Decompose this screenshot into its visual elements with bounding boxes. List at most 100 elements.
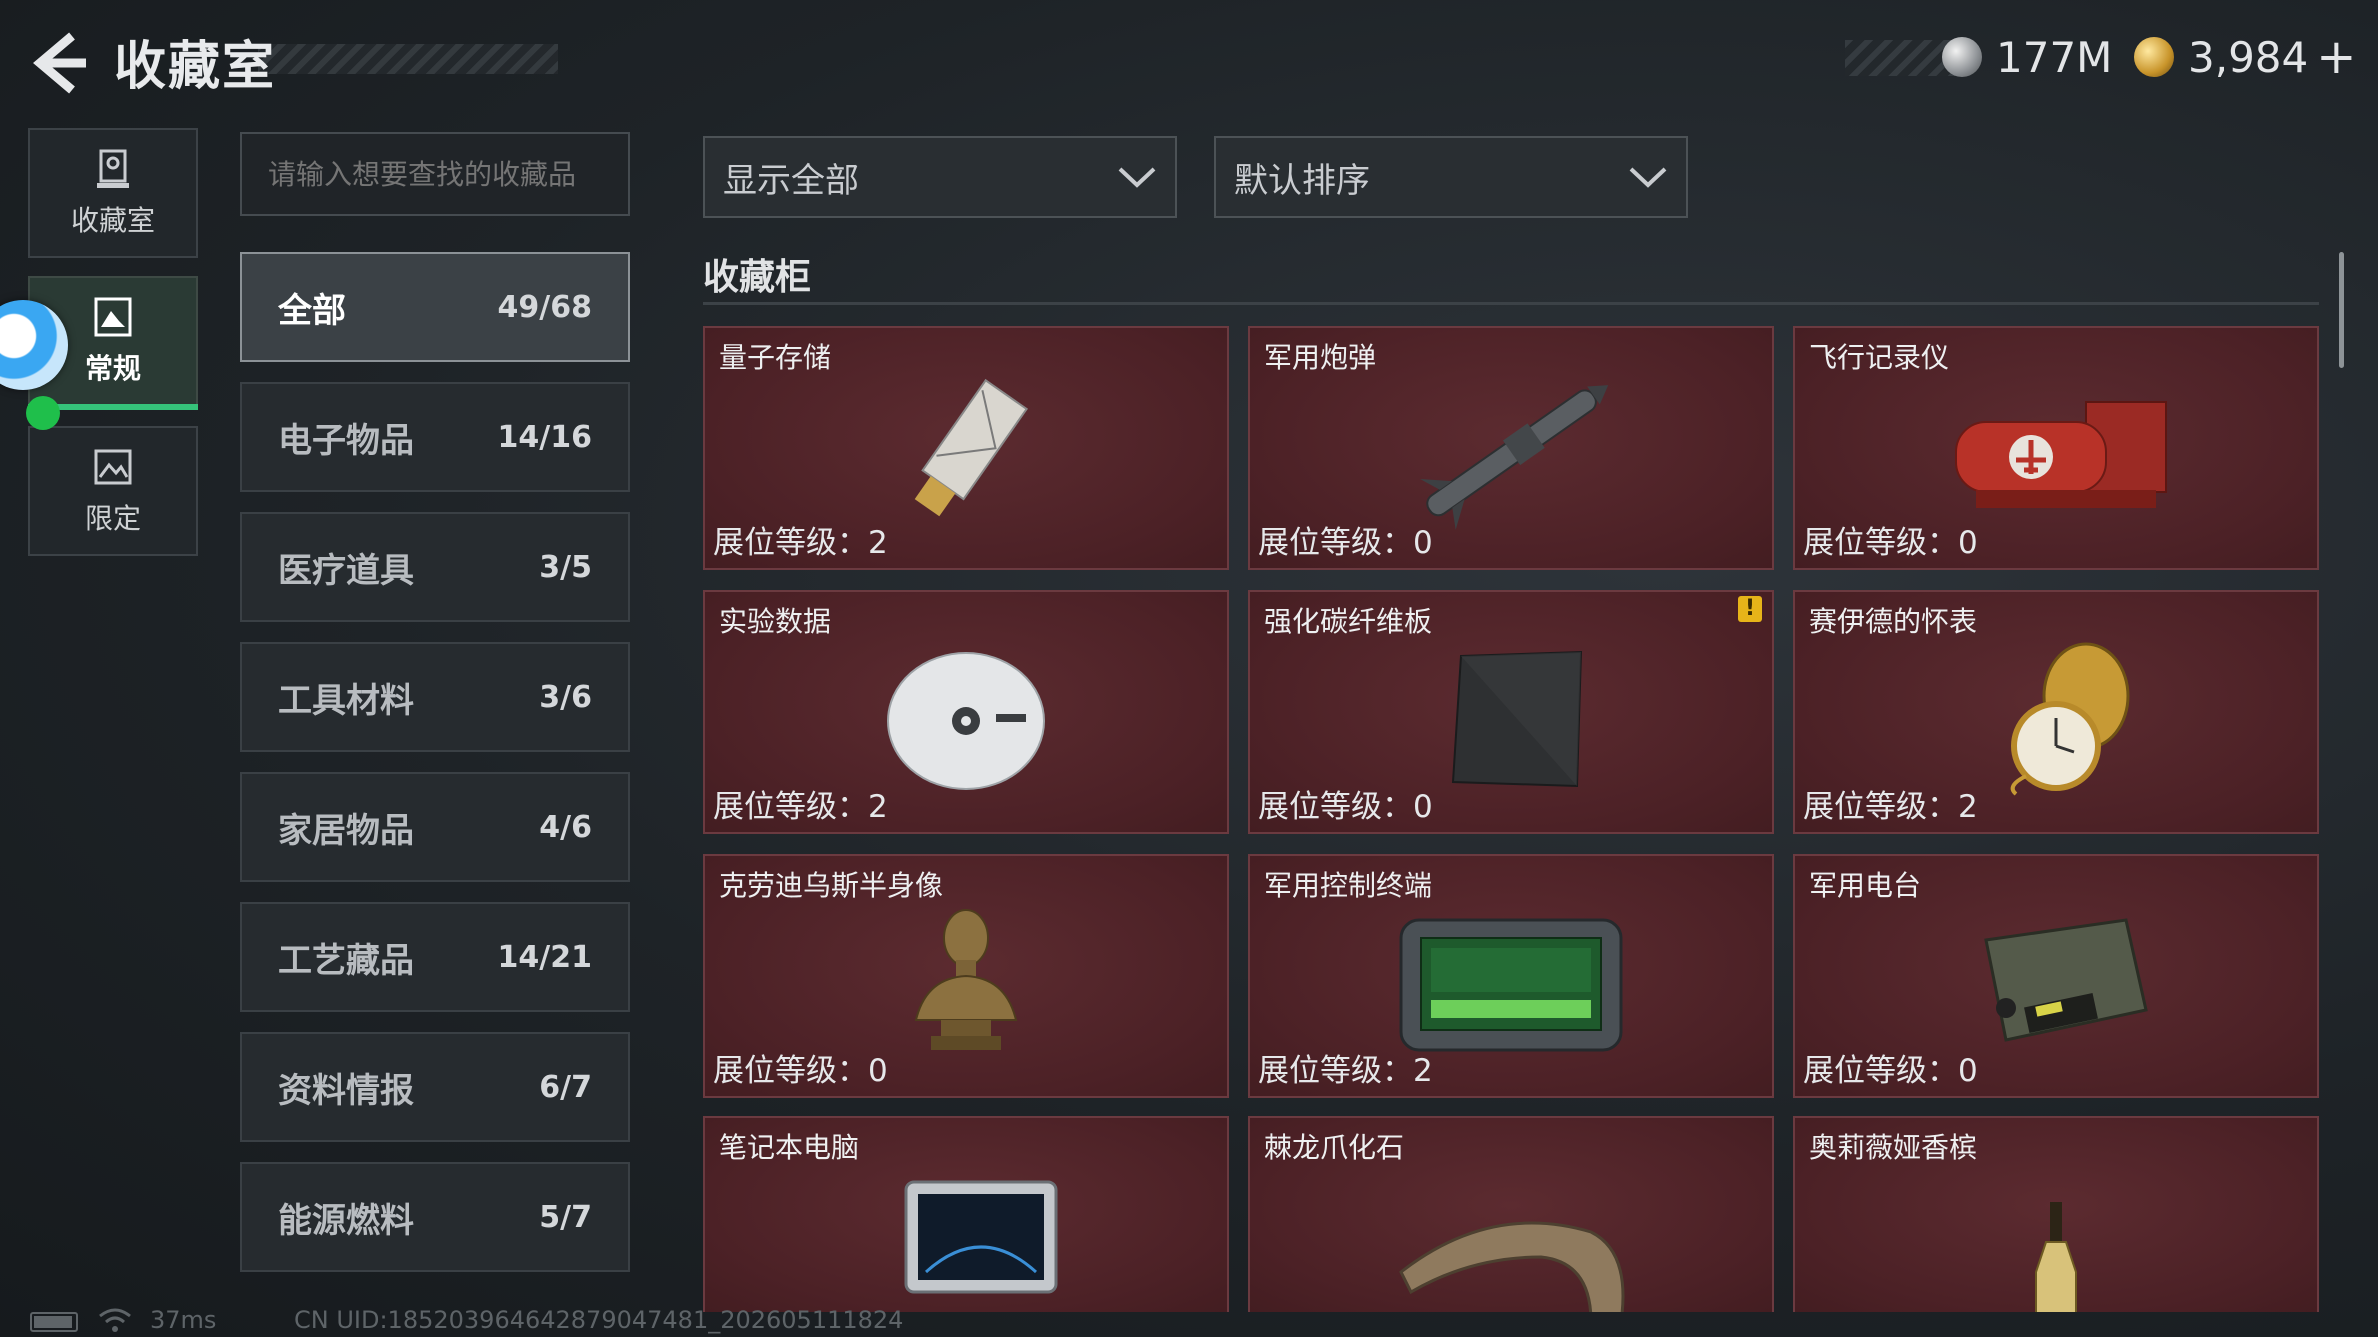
- category-count: 14/16: [497, 419, 592, 455]
- category-all[interactable]: 全部 49/68: [240, 252, 630, 362]
- item-name: 奥莉薇娅香槟: [1809, 1131, 1978, 1164]
- uid-text: CN UID:18520396464287904748​1_2026051118…: [294, 1306, 904, 1334]
- category-count: 3/6: [539, 679, 592, 715]
- item-card-military-radio[interactable]: 军用电台 展位等级：0: [1793, 854, 2319, 1098]
- level-prefix: 展位等级：: [713, 789, 868, 825]
- category-medical[interactable]: 医疗道具 3/5: [240, 512, 630, 622]
- title-decoration: [258, 44, 558, 74]
- level-value: 2: [1958, 789, 1978, 825]
- level-prefix: 展位等级：: [1803, 525, 1958, 561]
- category-name: 家居物品: [278, 810, 414, 851]
- item-level: 展位等级：2: [1258, 1045, 1433, 1090]
- category-intel[interactable]: 资料情报 6/7: [240, 1032, 630, 1142]
- item-name: 飞行记录仪: [1809, 341, 1950, 374]
- item-card-laptop[interactable]: 笔记本电脑: [703, 1116, 1229, 1312]
- item-card-claw-fossil[interactable]: 棘龙爪化石: [1248, 1116, 1774, 1312]
- category-count: 3/5: [539, 549, 592, 585]
- picture-icon: [94, 297, 132, 337]
- section-divider: [703, 302, 2319, 305]
- level-value: 0: [868, 1053, 888, 1089]
- level-prefix: 展位等级：: [1803, 1053, 1958, 1089]
- level-value: 0: [1413, 789, 1433, 825]
- carbon-plate-icon: [1451, 650, 1583, 788]
- item-name: 克劳迪乌斯半身像: [719, 869, 944, 902]
- item-card-quantum-storage[interactable]: 量子存储 展位等级：2: [703, 326, 1229, 570]
- chevron-down-icon: [1118, 167, 1156, 188]
- rail-item-limited[interactable]: 限定: [28, 426, 198, 556]
- item-name: 军用炮弹: [1264, 341, 1377, 374]
- level-value: 0: [1958, 525, 1978, 561]
- level-prefix: 展位等级：: [713, 525, 868, 561]
- missile-icon: [1420, 385, 1609, 530]
- item-name: 棘龙爪化石: [1264, 1131, 1405, 1164]
- category-crafts[interactable]: 工艺藏品 14/21: [240, 902, 630, 1012]
- category-name: 工艺藏品: [278, 940, 414, 981]
- item-level: 展位等级：0: [1803, 517, 1978, 562]
- item-name: 军用电台: [1809, 869, 1922, 902]
- item-card-claudius-bust[interactable]: 克劳迪乌斯半身像 展位等级：0: [703, 854, 1229, 1098]
- laptop-icon: [904, 1180, 1058, 1294]
- sort-value: 默认排序: [1234, 160, 1370, 201]
- category-name: 资料情报: [278, 1070, 414, 1111]
- category-count: 14/21: [497, 939, 592, 975]
- item-level: 展位等级：0: [1803, 1045, 1978, 1090]
- category-household[interactable]: 家居物品 4/6: [240, 772, 630, 882]
- level-prefix: 展位等级：: [1258, 525, 1413, 561]
- level-value: 2: [868, 525, 888, 561]
- item-card-carbon-fiber-plate[interactable]: 强化碳纤维板 ! 展位等级：0: [1248, 590, 1774, 834]
- page-title: 收藏室: [114, 37, 277, 97]
- claw-fossil-icon: [1399, 1221, 1625, 1312]
- currency-decoration: [1845, 40, 1955, 76]
- item-name: 强化碳纤维板: [1264, 605, 1433, 638]
- currency-silver: 177M: [1942, 32, 2112, 82]
- display-filter-value: 显示全部: [723, 160, 859, 201]
- level-value: 2: [1413, 1053, 1433, 1089]
- military-radio-icon: [1984, 918, 2148, 1042]
- level-prefix: 展位等级：: [1258, 1053, 1413, 1089]
- control-terminal-icon: [1399, 918, 1623, 1052]
- chevron-down-icon: [1629, 167, 1667, 188]
- pocket-watch-icon: [2010, 642, 2130, 796]
- item-level: 展位等级：0: [1258, 517, 1433, 562]
- currency-gold[interactable]: 3,984 +: [2134, 29, 2356, 85]
- silver-coin-icon: [1942, 37, 1982, 77]
- category-electronics[interactable]: 电子物品 14/16: [240, 382, 630, 492]
- item-level: 展位等级：0: [1258, 781, 1433, 826]
- usb-drive-icon: [914, 378, 1029, 517]
- item-level: 展位等级：0: [713, 1045, 888, 1090]
- rail-item-collection-room[interactable]: 收藏室: [28, 128, 198, 258]
- category-name: 全部: [278, 290, 346, 331]
- item-card-pocket-watch[interactable]: 赛伊德的怀表 展位等级：2: [1793, 590, 2319, 834]
- category-count: 4/6: [539, 809, 592, 845]
- item-card-military-shell[interactable]: 军用炮弹 展位等级：0: [1248, 326, 1774, 570]
- landscape-icon: [94, 449, 132, 485]
- item-card-experiment-data[interactable]: 实验数据 展位等级：2: [703, 590, 1229, 834]
- category-tools[interactable]: 工具材料 3/6: [240, 642, 630, 752]
- add-currency-button[interactable]: +: [2316, 29, 2356, 85]
- item-card-flight-recorder[interactable]: 飞行记录仪 展位等级：0: [1793, 326, 2319, 570]
- rail-item-label: 限定: [84, 502, 141, 535]
- category-fuel[interactable]: 能源燃料 5/7: [240, 1162, 630, 1272]
- warning-icon: !: [1738, 596, 1762, 622]
- silver-amount: 177M: [1996, 32, 2113, 82]
- back-arrow-icon[interactable]: [28, 30, 88, 96]
- item-card-military-terminal[interactable]: 军用控制终端 展位等级：2: [1248, 854, 1774, 1098]
- champagne-icon: [2035, 1202, 2077, 1312]
- search-input[interactable]: [240, 132, 630, 216]
- item-level: 展位等级：2: [1803, 781, 1978, 826]
- item-name: 军用控制终端: [1264, 869, 1433, 902]
- rail-item-label: 收藏室: [70, 204, 155, 237]
- item-level: 展位等级：2: [713, 781, 888, 826]
- item-name: 量子存储: [719, 341, 832, 374]
- scrollbar[interactable]: [2339, 252, 2344, 368]
- category-name: 工具材料: [278, 680, 414, 721]
- sort-dropdown[interactable]: 默认排序: [1214, 136, 1688, 218]
- item-name: 实验数据: [719, 605, 832, 638]
- level-prefix: 展位等级：: [713, 1053, 868, 1089]
- level-prefix: 展位等级：: [1803, 789, 1958, 825]
- display-filter-dropdown[interactable]: 显示全部: [703, 136, 1177, 218]
- ping-text: 37ms: [150, 1306, 217, 1334]
- level-value: 2: [868, 789, 888, 825]
- level-value: 0: [1958, 1053, 1978, 1089]
- item-card-champagne[interactable]: 奥莉薇娅香槟: [1793, 1116, 2319, 1312]
